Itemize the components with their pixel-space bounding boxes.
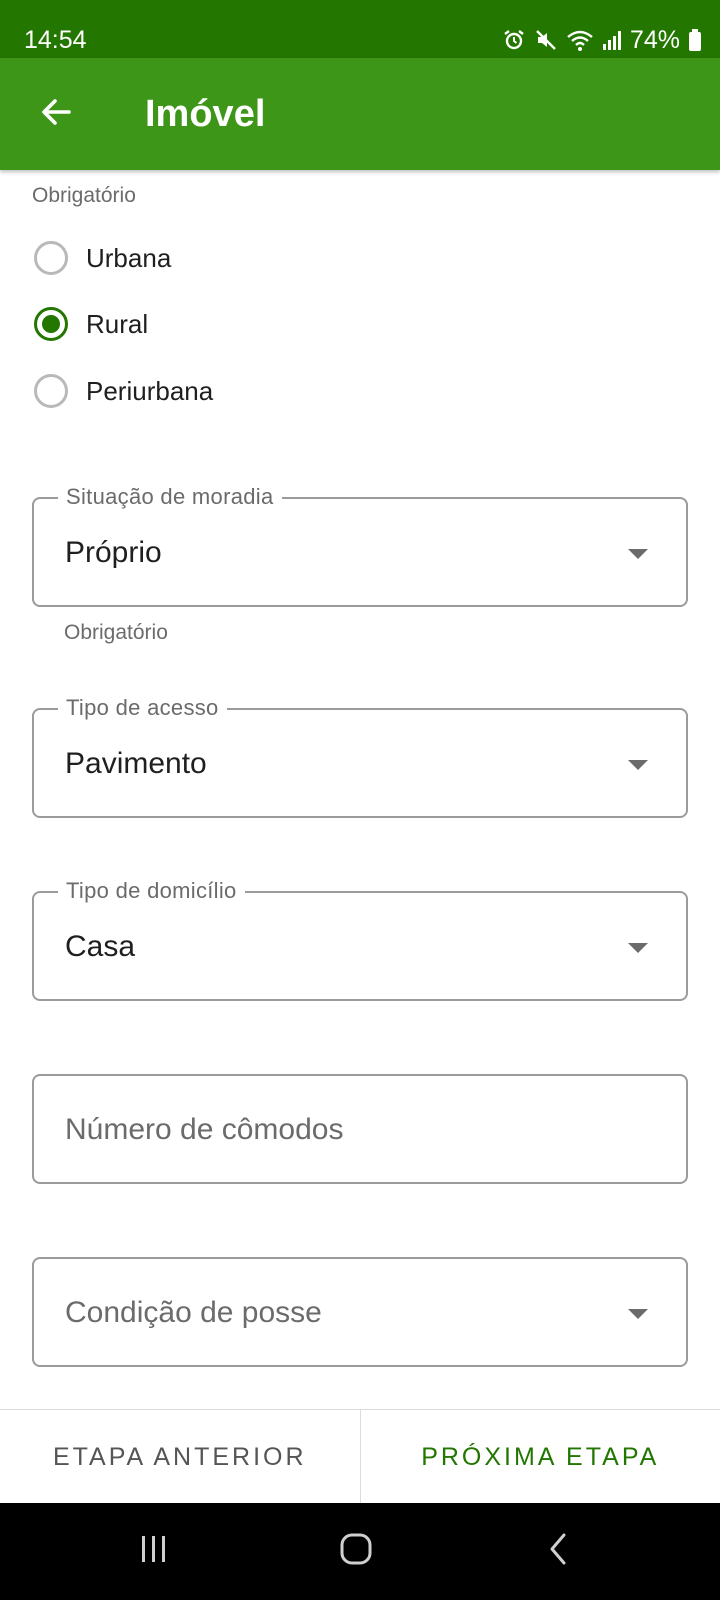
arrow-left-icon — [38, 94, 74, 135]
battery-percentage: 74% — [629, 26, 680, 54]
situacao-moradia-label: Situação de moradia — [58, 483, 282, 511]
tipo-acesso-label: Tipo de acesso — [58, 694, 227, 722]
radio-label-urbana: Urbana — [86, 242, 172, 273]
previous-step-button[interactable]: ETAPA ANTERIOR — [0, 1410, 361, 1504]
dropdown-arrow-icon — [628, 549, 648, 559]
radio-button-selected-icon — [34, 307, 68, 341]
condicao-posse-placeholder: Condição de posse — [65, 1296, 322, 1329]
radio-rural[interactable]: Rural — [34, 302, 148, 346]
numero-comodos-placeholder: Número de cômodos — [65, 1113, 344, 1146]
next-step-button[interactable]: PRÓXIMA ETAPA — [361, 1410, 720, 1504]
wifi-icon — [566, 28, 594, 52]
radio-dot — [42, 315, 60, 333]
app-bar: Imóvel — [0, 58, 720, 170]
dropdown-arrow-icon — [628, 943, 648, 953]
situacao-moradia-helper: Obrigatório — [64, 621, 168, 644]
mute-icon — [534, 28, 558, 52]
numero-comodos-input[interactable]: Número de cômodos — [32, 1074, 688, 1184]
tipo-domicilio-label: Tipo de domicílio — [58, 877, 245, 905]
step-navigation-bar: ETAPA ANTERIOR PRÓXIMA ETAPA — [0, 1409, 720, 1504]
situacao-moradia-value: Próprio — [65, 536, 162, 569]
radio-button-unselected-icon — [34, 241, 68, 275]
status-time: 14:54 — [24, 26, 87, 54]
dropdown-arrow-icon — [628, 1309, 648, 1319]
signal-icon — [602, 28, 622, 52]
status-icons: 74% — [502, 24, 702, 56]
battery-icon — [688, 28, 702, 52]
back-nav-icon — [540, 1532, 576, 1571]
home-button[interactable] — [326, 1527, 386, 1575]
radio-periurbana[interactable]: Periurbana — [34, 369, 213, 413]
radio-button-unselected-icon — [34, 374, 68, 408]
radio-urbana[interactable]: Urbana — [34, 236, 171, 280]
condicao-posse-select[interactable]: Condição de posse — [32, 1257, 688, 1367]
tipo-domicilio-value: Casa — [65, 930, 136, 963]
page-title: Imóvel — [145, 93, 266, 135]
alarm-icon — [502, 28, 526, 52]
radio-label-periurbana: Periurbana — [86, 375, 214, 406]
system-nav-bar — [0, 1503, 720, 1600]
tipo-domicilio-select[interactable]: Tipo de domicílio Casa — [32, 877, 688, 1001]
recent-apps-icon — [136, 1532, 172, 1571]
location-helper-text: Obrigatório — [32, 184, 136, 207]
tipo-acesso-value: Pavimento — [65, 747, 207, 780]
situacao-moradia-select[interactable]: Situação de moradia Próprio — [32, 483, 688, 607]
back-nav-button[interactable] — [528, 1527, 588, 1575]
recent-apps-button[interactable] — [124, 1527, 184, 1575]
radio-label-rural: Rural — [86, 308, 149, 339]
back-button[interactable] — [28, 86, 84, 142]
status-bar: 14:54 74% — [0, 0, 720, 58]
dropdown-arrow-icon — [628, 760, 648, 770]
home-icon — [338, 1532, 374, 1571]
tipo-acesso-select[interactable]: Tipo de acesso Pavimento — [32, 694, 688, 818]
